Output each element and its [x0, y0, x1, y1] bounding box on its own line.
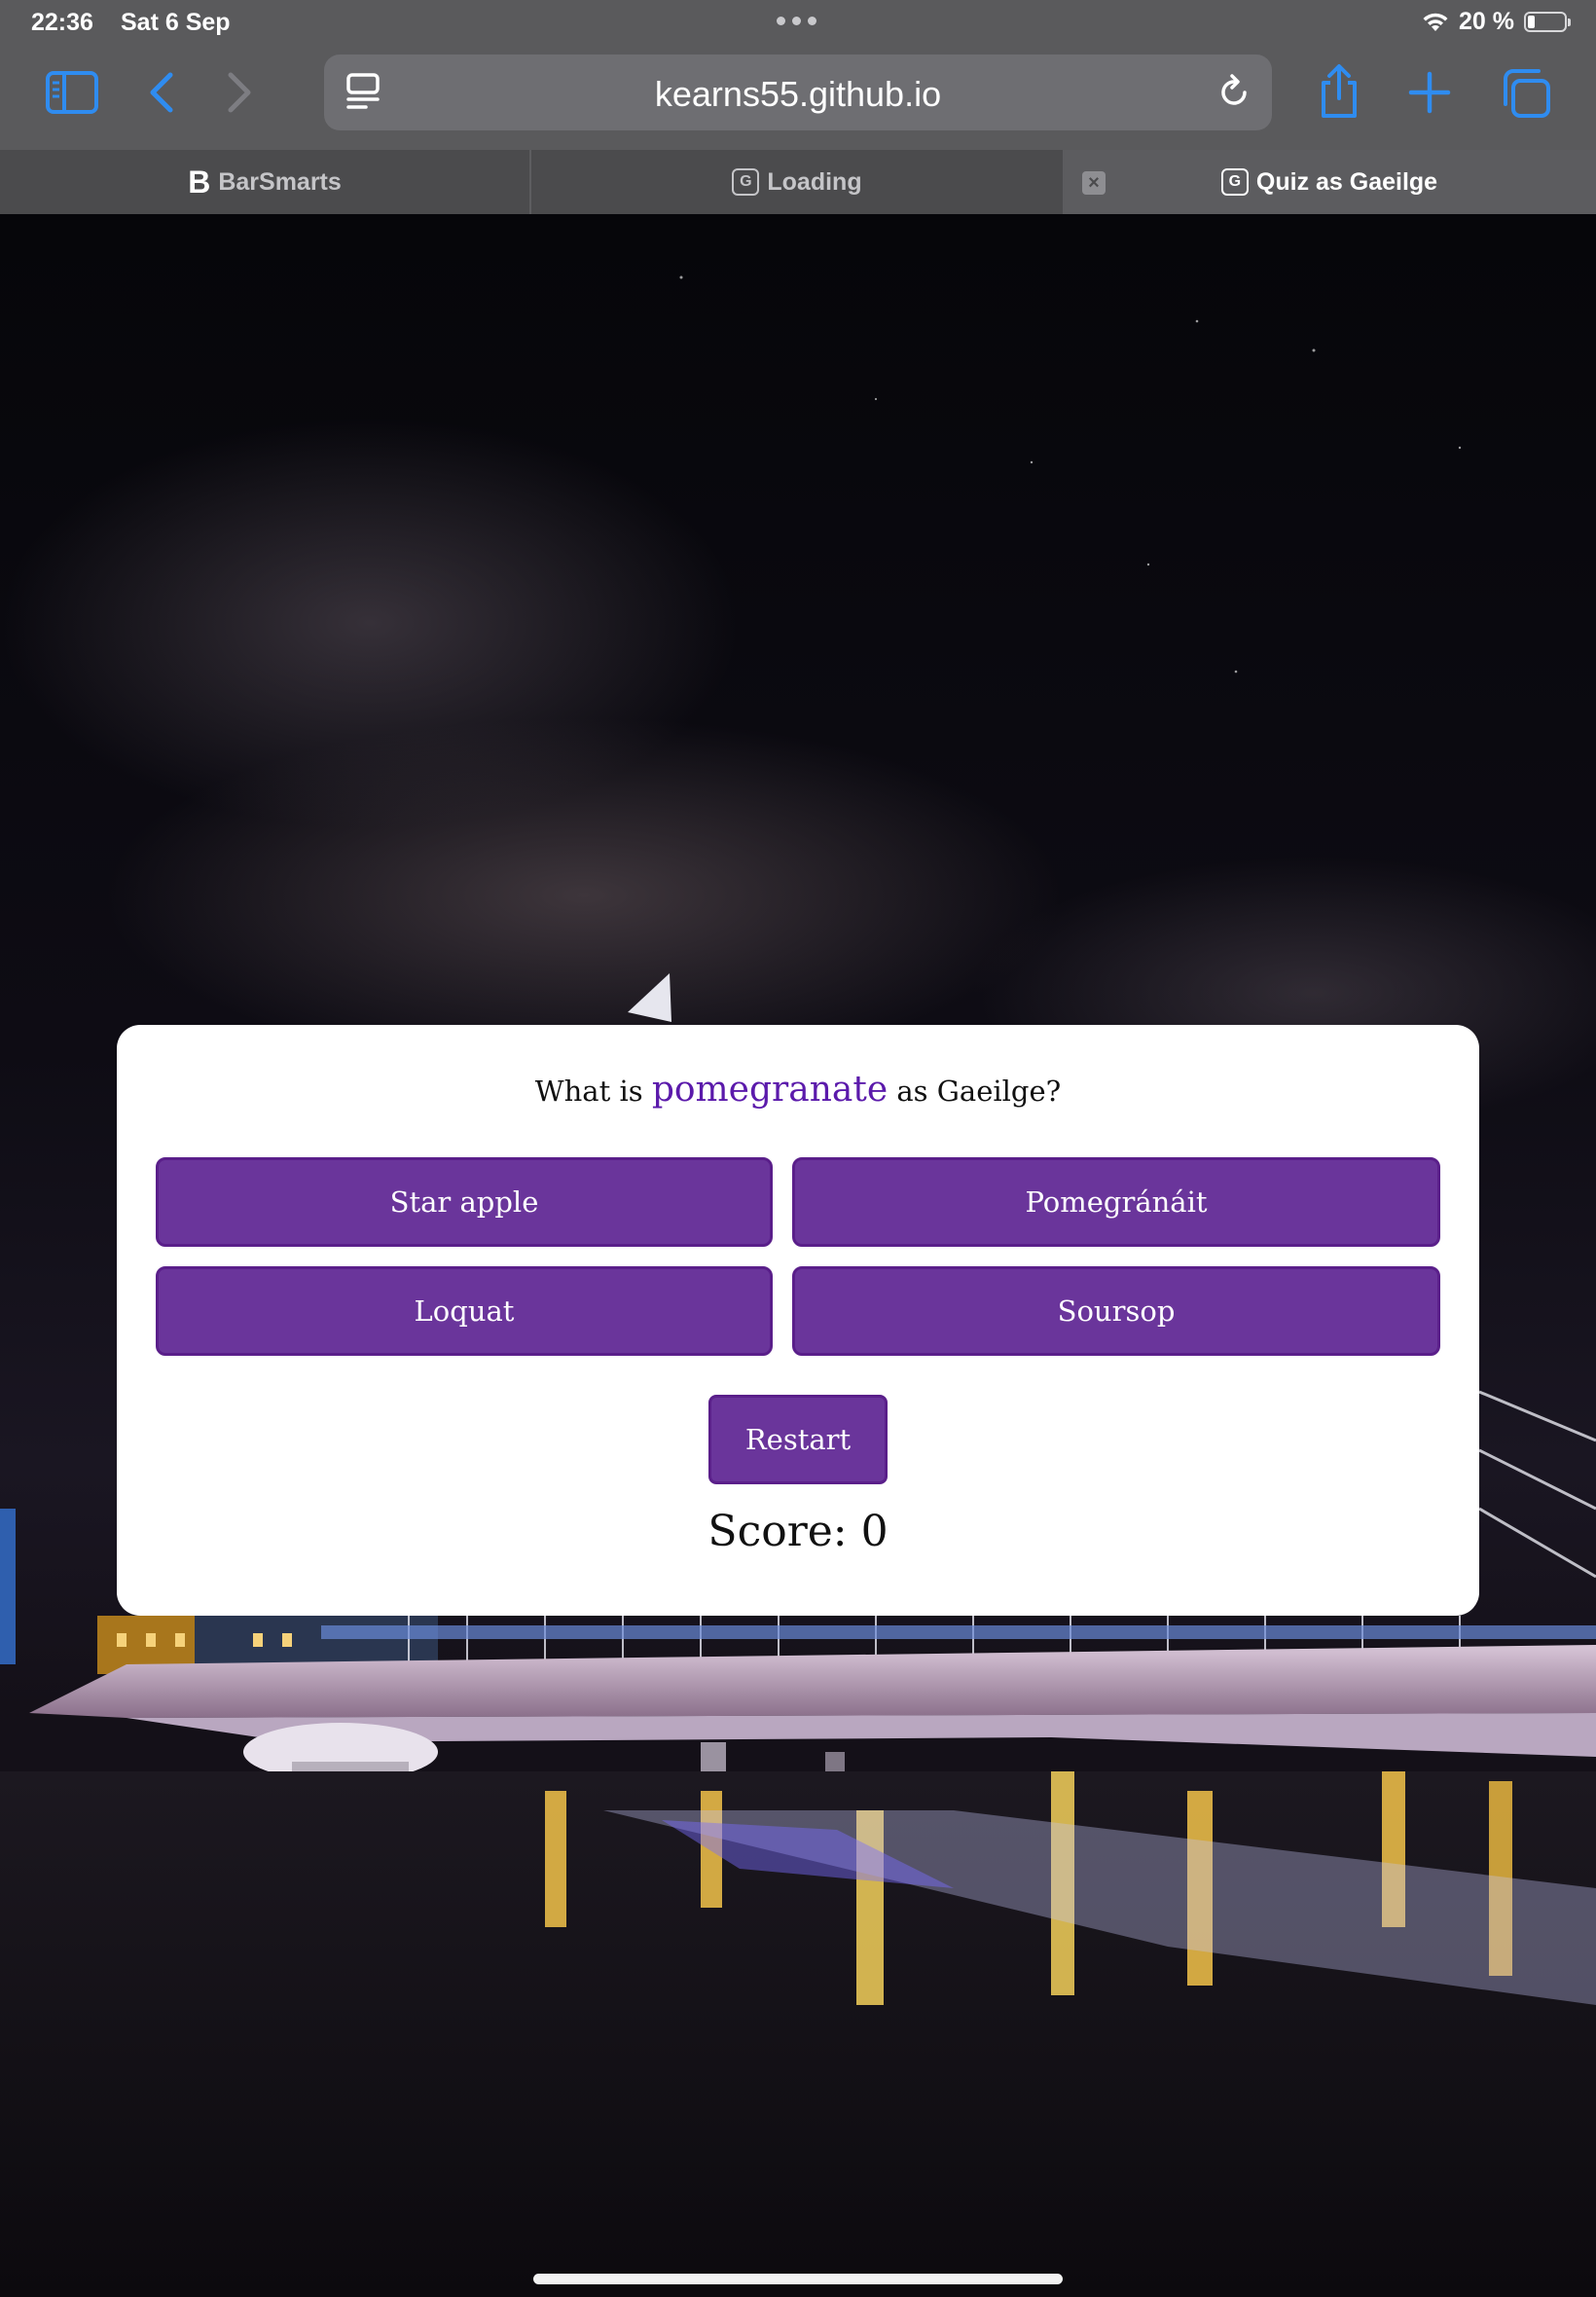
question-suffix: as Gaeilge? — [896, 1075, 1062, 1108]
close-tab-icon[interactable]: × — [1082, 171, 1106, 195]
battery-icon — [1524, 12, 1571, 32]
screen: 22:36 Sat 6 Sep 20 % kearns55.github.io … — [0, 0, 1596, 2297]
address-bar[interactable]: kearns55.github.io — [324, 55, 1272, 130]
tab-label: Quiz as Gaeilge — [1255, 167, 1438, 196]
battery-level — [1528, 16, 1535, 28]
question: What is pomegranate as Gaeilge? — [117, 1070, 1479, 1110]
tab-favicon-icon: G — [732, 168, 760, 196]
status-bar: 22:36 Sat 6 Sep 20 % — [0, 0, 1596, 45]
question-term: pomegranate — [651, 1070, 889, 1110]
status-date: Sat 6 Sep — [121, 9, 231, 36]
quiz-card: What is pomegranate as Gaeilge? Star app… — [117, 1025, 1479, 1616]
battery-percent: 20 % — [1459, 8, 1514, 35]
answer-button-1[interactable]: Star apple — [156, 1157, 773, 1247]
tab-barsmarts[interactable]: B BarSmarts — [0, 150, 531, 214]
browser-chrome: 22:36 Sat 6 Sep 20 % kearns55.github.io — [0, 0, 1596, 150]
multitasking-dots-icon[interactable] — [777, 17, 816, 25]
tab-label: Loading — [767, 167, 862, 196]
web-page: What is pomegranate as Gaeilge? Star app… — [0, 214, 1596, 2297]
tab-label: BarSmarts — [218, 167, 342, 196]
tab-favicon-icon: G — [1220, 168, 1249, 196]
tab-loading[interactable]: G Loading — [531, 150, 1063, 214]
browser-toolbar: kearns55.github.io — [0, 45, 1596, 150]
restart-button[interactable]: Restart — [708, 1395, 888, 1484]
answer-button-2[interactable]: Pomegránáit — [792, 1157, 1440, 1247]
answer-button-4[interactable]: Soursop — [792, 1266, 1440, 1356]
tab-quiz-as-gaeilge[interactable]: × G Quiz as Gaeilge — [1063, 150, 1596, 214]
reload-icon[interactable] — [1214, 72, 1254, 113]
question-prefix: What is — [534, 1075, 643, 1108]
sidebar-toggle-icon[interactable] — [43, 68, 101, 117]
back-icon[interactable] — [142, 70, 181, 115]
status-time: 22:36 — [31, 9, 93, 36]
status-right: 20 % — [1422, 8, 1571, 36]
tab-bar: B BarSmarts G Loading × G Quiz as Gaeilg… — [0, 150, 1596, 214]
tab-favicon-icon: B — [188, 164, 211, 200]
new-tab-icon[interactable] — [1407, 70, 1452, 115]
forward-icon[interactable] — [220, 70, 259, 115]
share-icon[interactable] — [1314, 62, 1364, 121]
url-text: kearns55.github.io — [654, 74, 942, 114]
score: Score: 0 — [707, 1507, 889, 1556]
tab-overview-icon[interactable] — [1499, 66, 1553, 121]
wifi-icon — [1423, 13, 1448, 31]
home-indicator[interactable] — [533, 2274, 1063, 2284]
answer-button-3[interactable]: Loquat — [156, 1266, 773, 1356]
